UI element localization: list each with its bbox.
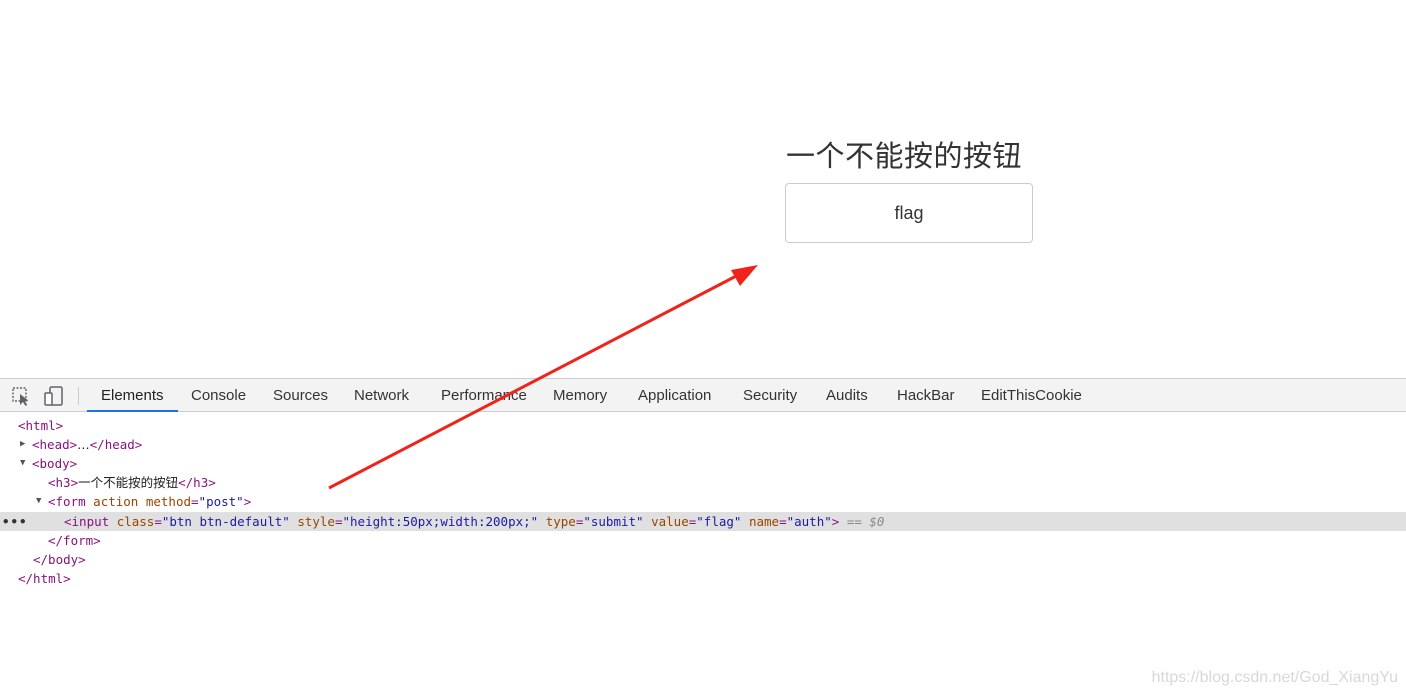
attr-eq: = [191,494,199,509]
dom-node-head[interactable]: ▶ <head>…</head> [0,435,1406,454]
attr-name: class [116,514,155,529]
attr-eq: = [154,514,162,529]
tag-text: > [243,494,252,509]
h3-text-content: 一个不能按的按钮 [78,475,179,490]
tag-text: </form> [48,533,101,548]
tag-text: <form [48,494,86,509]
tab-console[interactable]: Console [191,379,246,411]
tab-elements[interactable]: Elements [87,379,177,412]
attr-name: type [545,514,576,529]
collapsed-ellipsis: … [77,437,90,452]
toolbar-divider [78,387,79,405]
attr-name: method [145,494,192,509]
collapse-triangle-icon[interactable]: ▼ [20,454,25,473]
tab-editthiscookie[interactable]: EditThisCookie [981,379,1082,411]
tag-text: </head> [89,437,143,452]
dom-node-html-close[interactable]: </html> [0,569,1406,588]
attr-value: "flag" [696,514,742,529]
attr-name: value [651,514,689,529]
device-toolbar-icon[interactable] [43,386,65,406]
tag-text: > [831,514,840,529]
devtools-toolbar: Elements Console Sources Network Perform… [0,378,1406,412]
tag-text: <body> [32,456,78,471]
attr-value: "post" [198,494,244,509]
attr-value: "height:50px;width:200px;" [342,514,539,529]
tab-network[interactable]: Network [354,379,409,411]
tag-text: <html> [18,418,64,433]
attr-value: "submit" [583,514,644,529]
selected-node-marker: == $0 [846,514,885,529]
devtools-panel: Elements Console Sources Network Perform… [0,378,1406,693]
inspect-element-icon[interactable] [11,386,33,406]
tag-text: </html> [18,571,71,586]
tag-text: <h3> [48,475,79,490]
attr-value: "auth" [786,514,832,529]
dom-node-body-close[interactable]: </body> [0,550,1406,569]
expand-triangle-icon[interactable]: ▶ [20,435,25,454]
tag-text: </h3> [178,475,216,490]
attr-name: style [297,514,335,529]
page-heading: 一个不能按的按钮 [786,139,1023,173]
tab-audits[interactable]: Audits [826,379,868,411]
tab-security[interactable]: Security [743,379,797,411]
dom-node-html-open[interactable]: <html> [0,416,1406,435]
dom-node-form-open[interactable]: ▼ <form action method="post"> [0,492,1406,511]
tab-application[interactable]: Application [638,379,711,411]
attr-value: "btn btn-default" [161,514,290,529]
dom-node-h3[interactable]: <h3>一个不能按的按钮</h3> [0,473,1406,492]
dom-node-body-open[interactable]: ▼ <body> [0,454,1406,473]
tab-performance[interactable]: Performance [441,379,527,411]
tab-sources[interactable]: Sources [273,379,328,411]
page-viewport: 一个不能按的按钮 flag [0,0,1406,378]
tag-text: </body> [33,552,86,567]
collapse-triangle-icon[interactable]: ▼ [36,492,41,511]
tab-memory[interactable]: Memory [553,379,607,411]
flag-submit-button[interactable]: flag [785,183,1033,243]
attr-eq: = [334,514,343,529]
dom-node-input-selected[interactable]: ••• <input class="btn btn-default" style… [0,512,1406,531]
more-options-icon[interactable]: ••• [2,512,28,531]
attr-name: name [748,514,780,529]
dom-node-form-close[interactable]: </form> [0,531,1406,550]
tab-hackbar[interactable]: HackBar [897,379,955,411]
tag-text: <head> [32,437,78,452]
attr-eq: = [779,514,787,529]
tag-text: <input [64,514,110,529]
watermark: https://blog.csdn.net/God_XiangYu [1151,669,1398,686]
attr-name: action [93,494,139,509]
